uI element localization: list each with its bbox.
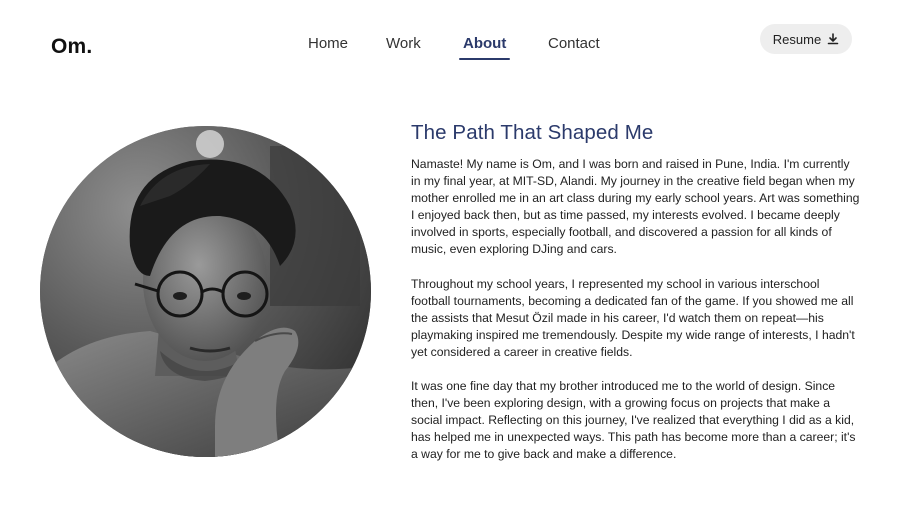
nav-home-link[interactable]: Home: [308, 35, 348, 52]
about-paragraph-3: It was one fine day that my brother intr…: [411, 379, 856, 462]
nav-about-label: About: [463, 35, 507, 52]
nav-about-link[interactable]: About: [459, 35, 511, 60]
nav-work-link[interactable]: Work: [386, 35, 421, 52]
nav-contact-link[interactable]: Contact: [548, 35, 600, 52]
profile-photo: [40, 126, 371, 457]
active-nav-underline: [459, 58, 511, 60]
resume-download-button[interactable]: Resume: [760, 24, 852, 54]
about-paragraph-2: Throughout my school years, I represente…: [411, 277, 855, 360]
download-icon: [827, 33, 839, 45]
resume-button-label: Resume: [772, 31, 822, 47]
about-heading: The Path That Shaped Me: [411, 121, 654, 144]
about-paragraph-1: Namaste! My name is Om, and I was born a…: [411, 157, 860, 257]
